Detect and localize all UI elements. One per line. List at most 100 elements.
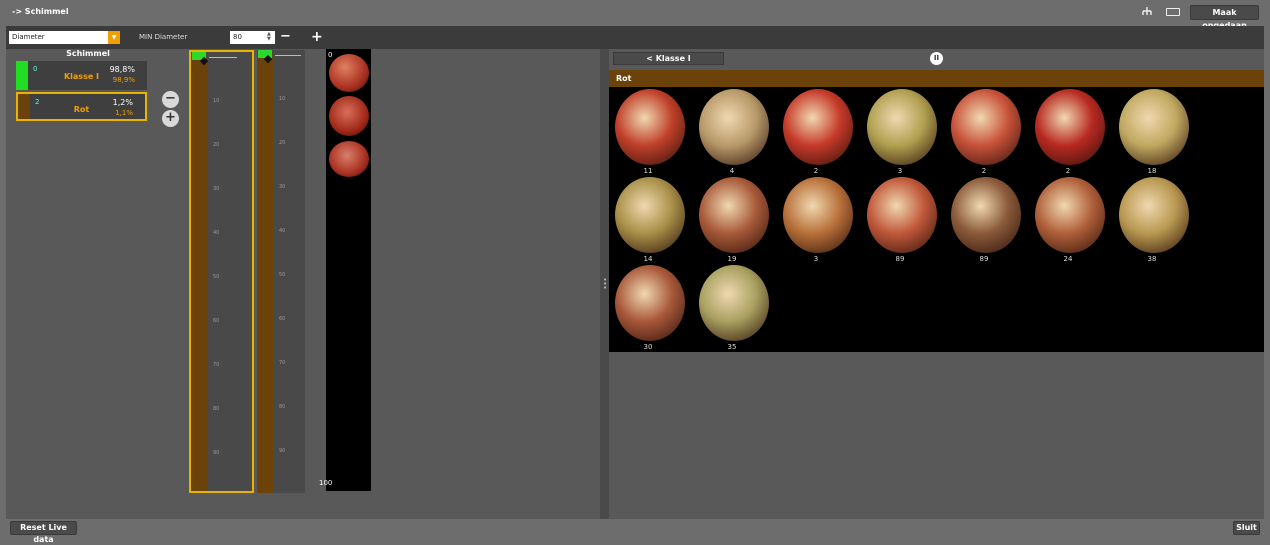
apple-item[interactable]: 3	[861, 89, 939, 177]
apple-item[interactable]: 2	[1029, 89, 1107, 177]
classes-title: Schimmel	[66, 49, 110, 58]
tick-label: 60	[279, 316, 286, 322]
decrease-button[interactable]: −	[280, 29, 291, 44]
apple-count: 2	[981, 167, 987, 175]
undo-button[interactable]: Maak ongedaan	[1190, 5, 1259, 30]
apple-count: 3	[813, 255, 819, 263]
tick-label: 30	[279, 184, 286, 190]
apple-count: 89	[895, 255, 905, 263]
apple-count: 18	[1147, 167, 1157, 175]
apple-item[interactable]: 19	[693, 177, 771, 265]
strip-bottom-label: 100	[319, 479, 333, 487]
apple-thumbnail[interactable]	[329, 141, 369, 177]
zoom-in-button[interactable]: +	[162, 110, 179, 127]
reset-live-data-button[interactable]: Reset Live data	[10, 521, 77, 544]
apple-item[interactable]: 2	[777, 89, 855, 177]
apple-image[interactable]	[1035, 177, 1105, 253]
apple-item[interactable]: 11	[609, 89, 687, 177]
measure-select[interactable]: Diameter	[9, 31, 120, 44]
apple-image[interactable]	[1119, 177, 1189, 253]
slider-fill	[258, 55, 273, 493]
apple-thumbnail[interactable]	[329, 96, 369, 136]
spinner-icon[interactable]: ▲ ▼	[267, 32, 271, 42]
strip-top-label: 0	[328, 51, 333, 59]
apple-item[interactable]: 35	[693, 265, 771, 353]
increase-button[interactable]: +	[311, 29, 323, 45]
apple-image[interactable]	[951, 89, 1021, 165]
apple-item[interactable]: 89	[861, 177, 939, 265]
section-title: Rot	[609, 70, 1264, 87]
tick-label: 50	[279, 272, 286, 278]
class-percent-secondary: 98,9%	[112, 76, 135, 84]
close-button[interactable]: Sluit	[1233, 521, 1260, 535]
apple-count: 2	[813, 167, 819, 175]
apple-image[interactable]	[867, 89, 937, 165]
tick-label: 70	[279, 360, 286, 366]
apple-image[interactable]	[615, 177, 685, 253]
drag-handle-icon[interactable]: • • •	[603, 277, 607, 292]
apple-image[interactable]	[615, 265, 685, 341]
apple-count: 38	[1147, 255, 1157, 263]
range-slider-klasse[interactable]: ◆ 10 20 30 40 50 60 70 80 90	[257, 50, 305, 493]
apple-image[interactable]	[951, 177, 1021, 253]
tick-label: 10	[213, 98, 220, 104]
slider-thumb-icon[interactable]: ◆	[198, 54, 210, 68]
apple-item[interactable]: 4	[693, 89, 771, 177]
apple-thumbnail[interactable]	[329, 54, 369, 92]
apple-count: 2	[1065, 167, 1071, 175]
apple-count: 3	[897, 167, 903, 175]
apple-item[interactable]: 3	[777, 177, 855, 265]
min-diameter-label: MIN Diameter	[139, 33, 188, 41]
pause-icon[interactable]: II	[930, 52, 943, 65]
slider-thumb-icon[interactable]: ◆	[262, 52, 274, 66]
apple-count: 19	[727, 255, 737, 263]
apple-image[interactable]	[867, 177, 937, 253]
apple-item[interactable]: 30	[609, 265, 687, 353]
preview-strip	[326, 49, 371, 491]
tick-label: 90	[279, 448, 286, 454]
tick-label: 20	[279, 140, 286, 146]
zoom-out-button[interactable]: −	[162, 91, 179, 108]
tick-label: 80	[279, 404, 286, 410]
keyboard-icon[interactable]	[1166, 8, 1180, 16]
tick-label: 90	[213, 450, 220, 456]
apple-item[interactable]: 38	[1113, 177, 1191, 265]
tick-label: 60	[213, 318, 220, 324]
breadcrumb: -> Schimmel	[12, 7, 69, 16]
apple-image[interactable]	[783, 177, 853, 253]
apple-image[interactable]	[699, 89, 769, 165]
apple-item[interactable]: 2	[945, 89, 1023, 177]
top-bar	[0, 0, 1270, 26]
class-row-klasse-i[interactable]: 0 Klasse I 98,8% 98,9%	[16, 61, 147, 90]
tick-label: 70	[213, 362, 220, 368]
class-percent-secondary: 1,1%	[115, 109, 133, 117]
slider-track-line	[209, 57, 237, 58]
tick-label: 40	[213, 230, 220, 236]
apple-grid: 11 4 2 3 2 2 18 14 19 3 89 89 24 38 30 35	[609, 87, 1264, 352]
apple-image[interactable]	[1035, 89, 1105, 165]
apple-image[interactable]	[783, 89, 853, 165]
slider-fill	[192, 57, 207, 491]
apple-image[interactable]	[699, 177, 769, 253]
class-row-rot[interactable]: 2 Rot 1,2% 1,1%	[16, 92, 147, 121]
class-percent: 1,2%	[112, 98, 133, 107]
chevron-down-icon[interactable]: ▼	[108, 31, 120, 44]
apple-item[interactable]: 18	[1113, 89, 1191, 177]
apple-image[interactable]	[615, 89, 685, 165]
apple-count: 89	[979, 255, 989, 263]
apple-count: 14	[643, 255, 653, 263]
apple-count: 24	[1063, 255, 1073, 263]
tick-label: 20	[213, 142, 220, 148]
tree-icon[interactable]	[1141, 6, 1153, 18]
tick-label: 30	[213, 186, 220, 192]
back-klasse-button[interactable]: < Klasse I	[613, 52, 724, 65]
apple-item[interactable]: 24	[1029, 177, 1107, 265]
apple-item[interactable]: 14	[609, 177, 687, 265]
class-percent: 98,8%	[109, 65, 135, 74]
apple-image[interactable]	[1119, 89, 1189, 165]
apple-image[interactable]	[699, 265, 769, 341]
apple-count: 11	[643, 167, 653, 175]
apple-item[interactable]: 89	[945, 177, 1023, 265]
range-slider-rot[interactable]: ◆ 10 20 30 40 50 60 70 80 90	[189, 50, 254, 493]
slider-track-line	[275, 55, 301, 56]
